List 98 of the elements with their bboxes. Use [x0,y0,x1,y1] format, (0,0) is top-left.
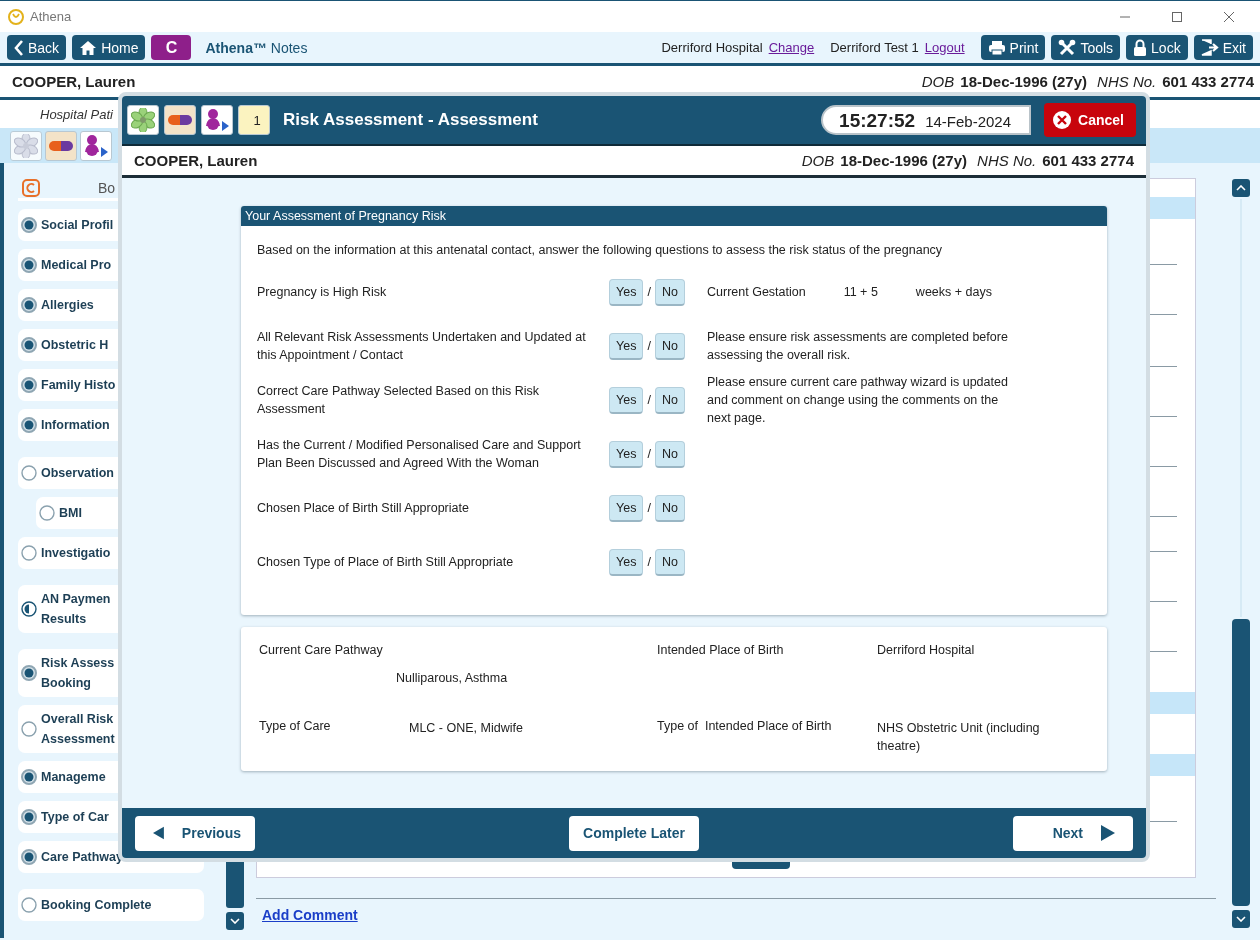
change-link[interactable]: Change [768,40,815,55]
dob-label: DOB [801,152,835,169]
field-label: Current Care Pathway [259,642,384,659]
chevron-up-icon [1236,185,1246,191]
question-text: Has the Current / Modified Personalised Care and Support Plan Been Discussed and Agreed With the Woman [257,437,582,472]
note-text: Please ensure current care pathway wizard is updated and comment on change using the comments on the next page. [707,374,1009,427]
person-arrow-icon[interactable] [204,107,230,133]
close-circle-icon [1052,110,1073,130]
gestation-label: Current Gestation [707,284,806,301]
complete-later-button[interactable]: Complete Later [569,815,699,851]
exit-door-icon [1200,39,1219,56]
flower-icon[interactable] [131,108,155,132]
separator-text: / [647,392,651,409]
user-name: Derriford Test 1 [830,40,919,55]
module-button[interactable]: C [151,35,192,60]
chevron-left-icon [14,39,24,56]
scroll-down-button[interactable] [1232,910,1250,928]
date-of-birth: 18-Dec-1996 (27y) [960,73,1088,90]
note-text: Please ensure risk assessments are completed before assessing the overall risk. [707,329,1009,364]
patient-name: COOPER, Lauren [134,152,259,169]
field-value: Nulliparous, Asthma [396,670,509,687]
instructions-text: Based on the information at this antenatal contact, answer the following questions to assess the risk status of the pregnancy [256,242,944,257]
subheader-text: Hospital Pati [40,106,113,122]
time-text: 15:27:52 [839,110,916,132]
previous-button[interactable]: Previous [135,815,255,851]
no-button[interactable]: No [654,386,685,414]
add-comment-link[interactable]: Add Comment [262,907,358,923]
person-arrow-icon[interactable] [83,132,109,159]
triangle-right-icon [1101,825,1115,841]
chevron-down-icon [1236,916,1246,922]
field-label: Intended Place of Birth [657,642,785,659]
maximize-icon [1172,11,1182,22]
no-button[interactable]: No [654,494,685,522]
yes-button[interactable]: Yes [609,332,644,360]
close-icon [1224,11,1234,22]
capsule-icon[interactable] [167,114,193,126]
section-heading: Bo [98,179,116,196]
next-button[interactable]: Next [1013,815,1133,851]
logout-link[interactable]: Logout [924,40,965,55]
section-header: Your Assessment of Pregnancy Risk [241,206,1107,226]
separator-text: / [647,284,651,301]
separator-text: / [647,446,651,463]
separator-text: / [647,338,651,355]
sidebar-item[interactable]: Booking Complete [18,889,204,921]
print-button[interactable]: Print [980,35,1046,60]
chevron-down-icon [230,918,240,924]
field-label: Type of Intended Place of Birth [657,718,833,735]
separator-text: / [647,500,651,517]
capsule-icon[interactable] [48,139,74,152]
hospital-name: Derriford Hospital [661,40,763,55]
home-icon [79,39,98,56]
nhs-number-label: NHS No. [1097,73,1157,90]
cancel-button[interactable]: Cancel [1044,103,1136,137]
field-value: MLC - ONE, Midwife [408,720,524,737]
yes-button[interactable]: Yes [609,548,644,576]
padlock-icon [1133,39,1148,56]
question-text: Chosen Type of Place of Birth Still Appropriate [257,554,515,571]
yes-button[interactable]: Yes [609,386,644,414]
nhs-number: 601 433 2774 [1162,73,1254,90]
question-text: All Relevant Risk Assessments Undertaken and Updated at this Appointment / Contact [257,329,587,364]
yes-button[interactable]: Yes [609,494,644,522]
yes-button[interactable]: Yes [609,278,644,306]
field-value: Derriford Hospital [877,642,976,659]
dob-label: DOB [921,73,955,90]
separator-text: / [647,554,651,571]
yes-button[interactable]: Yes [609,440,644,468]
nhs-number-label: NHS No. [977,152,1037,169]
gestation-value: 11 + 5 [843,284,878,301]
app-name: Athena™ Notes [205,39,308,56]
no-button[interactable]: No [654,278,685,306]
dialog-title: Risk Assessment - Assessment [283,110,539,130]
question-text: Chosen Place of Birth Still Appropriate [257,500,470,517]
question-text: Correct Care Pathway Selected Based on this Risk Assessment [257,383,541,418]
home-button[interactable]: Home [72,35,146,60]
no-button[interactable]: No [654,548,685,576]
nhs-number: 601 433 2774 [1042,152,1134,169]
question-text: Pregnancy is High Risk [257,284,388,301]
date-of-birth: 18-Dec-1996 (27y) [840,152,968,169]
patient-name: COOPER, Lauren [12,73,137,90]
no-button[interactable]: No [654,440,685,468]
tools-icon [1058,38,1077,57]
triangle-left-icon [153,825,164,841]
field-value: NHS Obstetric Unit (including theatre) [877,720,1041,755]
scroll-up-button[interactable] [1232,179,1250,197]
window-title: Athena [30,9,73,24]
back-button[interactable]: Back [7,35,67,60]
lock-button[interactable]: Lock [1126,35,1188,60]
scrollbar-thumb[interactable] [1232,619,1250,906]
exit-button[interactable]: Exit [1193,35,1253,60]
field-label: Type of Care [259,718,332,735]
scroll-down-button[interactable] [226,912,244,930]
no-button[interactable]: No [654,332,685,360]
date-text: 14-Feb-2024 [925,113,1012,130]
printer-icon [987,39,1006,56]
gestation-unit: weeks + days [915,284,992,301]
app-logo-icon [8,8,24,25]
tools-button[interactable]: Tools [1051,35,1121,60]
section-logo-icon [22,178,40,197]
